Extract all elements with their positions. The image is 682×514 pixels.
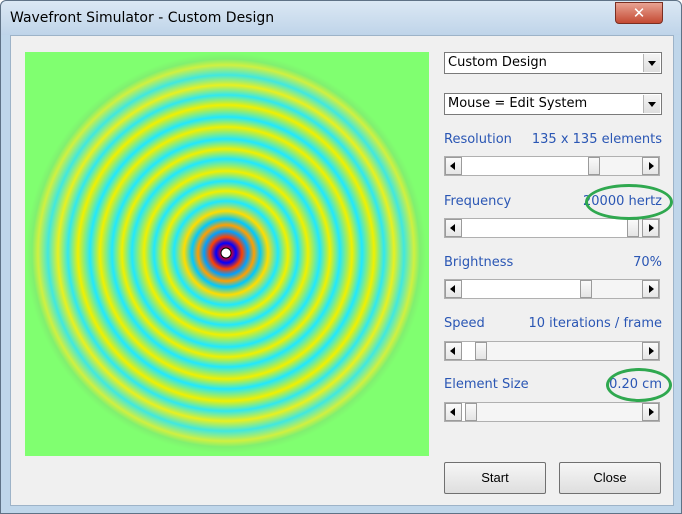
- brightness-thumb[interactable]: [580, 280, 592, 298]
- speed-slider[interactable]: [444, 341, 660, 361]
- scroll-left-icon[interactable]: [445, 219, 462, 237]
- frequency-thumb[interactable]: [627, 219, 639, 237]
- frequency-slider[interactable]: [444, 218, 660, 238]
- dialog-body: Custom Design Mouse = Edit System Resolu…: [10, 35, 674, 506]
- scroll-left-icon[interactable]: [445, 342, 462, 360]
- brightness-label: Brightness: [444, 255, 514, 270]
- chevron-down-icon[interactable]: [643, 95, 660, 113]
- window-close-icon[interactable]: ✕: [615, 2, 663, 24]
- resolution-value: 135 x 135 elements: [531, 132, 662, 147]
- start-button[interactable]: Start: [444, 462, 546, 494]
- element-size-label: Element Size: [444, 377, 529, 392]
- app-window: Wavefront Simulator - Custom Design ✕ Cu…: [0, 0, 682, 514]
- element-size-value: 0.20 cm: [609, 377, 662, 392]
- scroll-right-icon[interactable]: [642, 219, 659, 237]
- brightness-value: 70%: [633, 255, 662, 270]
- mouse-mode-value: Mouse = Edit System: [448, 96, 588, 111]
- close-button[interactable]: Close: [559, 462, 661, 494]
- frequency-value: 20000 hertz: [583, 194, 662, 209]
- scroll-right-icon[interactable]: [642, 157, 659, 175]
- resolution-slider[interactable]: [444, 156, 660, 176]
- resolution-thumb[interactable]: [588, 157, 600, 175]
- scroll-left-icon[interactable]: [445, 280, 462, 298]
- design-select-value: Custom Design: [448, 55, 547, 70]
- speed-thumb[interactable]: [475, 342, 487, 360]
- scroll-left-icon[interactable]: [445, 403, 462, 421]
- scroll-right-icon[interactable]: [642, 280, 659, 298]
- scroll-right-icon[interactable]: [642, 342, 659, 360]
- speed-label: Speed: [444, 316, 485, 331]
- scroll-right-icon[interactable]: [642, 403, 659, 421]
- mouse-mode-select[interactable]: Mouse = Edit System: [444, 93, 662, 115]
- frequency-label: Frequency: [444, 194, 512, 209]
- resolution-label: Resolution: [444, 132, 512, 147]
- speed-value: 10 iterations / frame: [528, 316, 662, 331]
- element-size-thumb[interactable]: [465, 403, 477, 421]
- brightness-slider[interactable]: [444, 279, 660, 299]
- window-title: Wavefront Simulator - Custom Design: [10, 10, 275, 26]
- chevron-down-icon[interactable]: [643, 54, 660, 72]
- design-select[interactable]: Custom Design: [444, 52, 662, 74]
- wavefront-display[interactable]: [25, 52, 429, 456]
- element-size-slider[interactable]: [444, 402, 660, 422]
- title-bar: Wavefront Simulator - Custom Design ✕: [1, 1, 681, 35]
- scroll-left-icon[interactable]: [445, 157, 462, 175]
